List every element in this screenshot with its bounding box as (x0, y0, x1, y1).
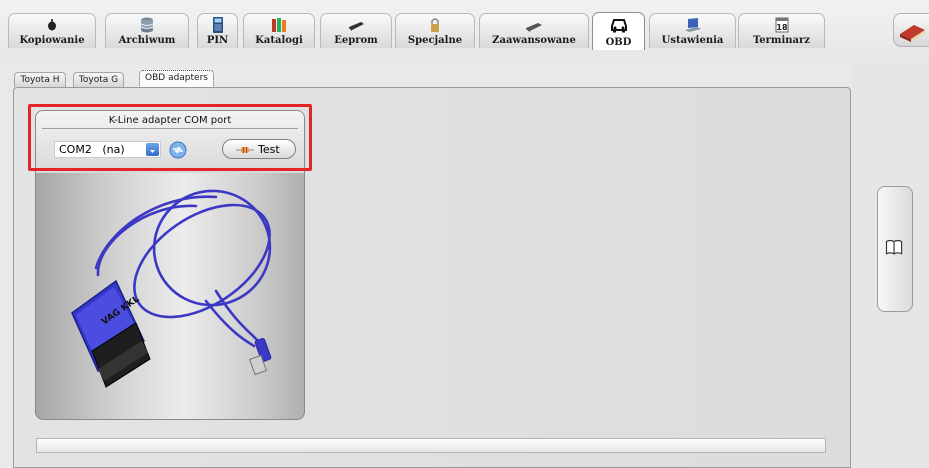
key-icon (48, 19, 56, 31)
book-icon (900, 25, 925, 42)
tab-terminarz[interactable]: 18 Terminarz (738, 13, 825, 48)
open-book-icon (885, 239, 903, 255)
tab-label: Specjalne (407, 35, 463, 46)
tab-ustawienia[interactable]: Ustawienia (649, 13, 736, 48)
subtab-toyota-h[interactable]: Toyota H (14, 72, 66, 87)
tab-zaawansowane[interactable]: Zaawansowane (479, 13, 589, 48)
tab-eeprom[interactable]: Eeprom (320, 13, 392, 48)
main-tab-bar: Kopiowanie Archiwum PIN Katalogi Eeprom … (0, 0, 929, 62)
tab-label: Archiwum (118, 35, 176, 46)
chip-icon (349, 22, 364, 31)
tab-pin[interactable]: PIN (197, 13, 238, 48)
tab-label: Zaawansowane (492, 35, 576, 46)
calendar-day: 18 (776, 23, 788, 32)
calculator-icon (212, 17, 223, 33)
books-icon (272, 18, 286, 32)
help-book-button[interactable] (893, 13, 929, 47)
tab-label: Katalogi (255, 35, 303, 46)
obd-cable-image: VAG KKL (71, 189, 272, 388)
progress-bar (36, 438, 826, 453)
subtab-obd-adapters[interactable]: OBD adapters (139, 70, 214, 88)
car-icon (610, 19, 627, 33)
tab-label: PIN (206, 35, 229, 46)
tab-label: OBD (605, 37, 632, 48)
laptop-icon (684, 18, 701, 32)
highlight-box (28, 104, 312, 171)
tab-archiwum[interactable]: Archiwum (105, 13, 189, 48)
manual-side-button[interactable] (877, 186, 913, 312)
calendar-icon: 18 (775, 17, 788, 33)
subtab-toyota-g[interactable]: Toyota G (73, 72, 124, 87)
tab-obd[interactable]: OBD (592, 12, 645, 50)
tab-label: Kopiowanie (19, 35, 85, 46)
tab-kopiowanie[interactable]: Kopiowanie (8, 13, 96, 48)
tab-katalogi[interactable]: Katalogi (243, 13, 315, 48)
tab-specjalne[interactable]: Specjalne (395, 13, 475, 48)
database-icon (140, 17, 154, 33)
tab-label: Eeprom (334, 35, 378, 46)
device-icon (526, 23, 542, 32)
tab-label: Ustawienia (661, 35, 724, 46)
tab-label: Terminarz (752, 35, 810, 46)
padlock-icon (431, 18, 439, 32)
